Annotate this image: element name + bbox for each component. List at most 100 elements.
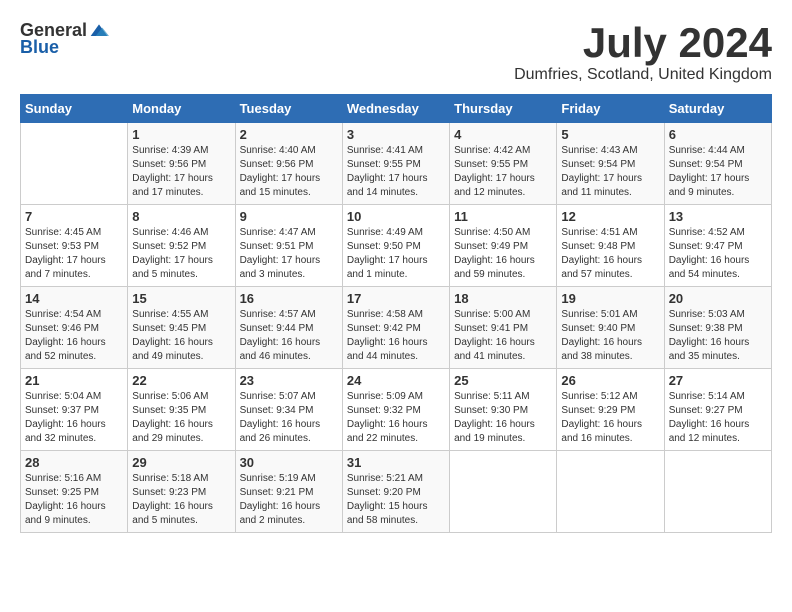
calendar-cell: 8Sunrise: 4:46 AMSunset: 9:52 PMDaylight… — [128, 205, 235, 287]
day-info: Sunrise: 4:47 AMSunset: 9:51 PMDaylight:… — [240, 226, 338, 282]
header-day-saturday: Saturday — [664, 95, 771, 123]
day-info: Sunrise: 5:06 AMSunset: 9:35 PMDaylight:… — [132, 390, 230, 446]
day-info: Sunrise: 5:18 AMSunset: 9:23 PMDaylight:… — [132, 472, 230, 528]
day-info: Sunrise: 5:01 AMSunset: 9:40 PMDaylight:… — [561, 308, 659, 364]
day-number: 14 — [25, 291, 123, 306]
calendar-cell — [557, 451, 664, 533]
day-number: 8 — [132, 209, 230, 224]
calendar-cell: 4 Sunrise: 4:42 AMSunset: 9:55 PMDaylight… — [450, 123, 557, 205]
day-info: Sunrise: 4:49 AMSunset: 9:50 PMDaylight:… — [347, 226, 445, 282]
calendar-table: SundayMondayTuesdayWednesdayThursdayFrid… — [20, 94, 772, 533]
calendar-cell: 16Sunrise: 4:57 AMSunset: 9:44 PMDayligh… — [235, 287, 342, 369]
calendar-cell: 28 Sunrise: 5:16 AMSunset: 9:25 PMDayligh… — [21, 451, 128, 533]
day-number: 28 — [25, 455, 123, 470]
day-number: 23 — [240, 373, 338, 388]
day-number: 18 — [454, 291, 552, 306]
day-number: 21 — [25, 373, 123, 388]
calendar-cell: 22 Sunrise: 5:06 AMSunset: 9:35 PMDayligh… — [128, 369, 235, 451]
day-number: 3 — [347, 127, 445, 142]
header: General Blue July 2024 Dumfries, Scotlan… — [20, 20, 772, 84]
day-number: 10 — [347, 209, 445, 224]
day-info: Sunrise: 5:09 AMSunset: 9:32 PMDaylight:… — [347, 390, 445, 446]
day-number: 9 — [240, 209, 338, 224]
calendar-cell: 9 Sunrise: 4:47 AMSunset: 9:51 PMDaylight… — [235, 205, 342, 287]
title-area: July 2024 Dumfries, Scotland, United Kin… — [514, 20, 772, 84]
day-info: Sunrise: 4:50 AMSunset: 9:49 PMDaylight:… — [454, 226, 552, 282]
calendar-cell — [664, 451, 771, 533]
calendar-cell: 18 Sunrise: 5:00 AMSunset: 9:41 PMDayligh… — [450, 287, 557, 369]
day-number: 13 — [669, 209, 767, 224]
day-number: 2 — [240, 127, 338, 142]
day-number: 24 — [347, 373, 445, 388]
day-number: 25 — [454, 373, 552, 388]
day-number: 11 — [454, 209, 552, 224]
day-info: Sunrise: 5:21 AMSunset: 9:20 PMDaylight:… — [347, 472, 445, 528]
day-info: Sunrise: 5:11 AMSunset: 9:30 PMDaylight:… — [454, 390, 552, 446]
day-number: 26 — [561, 373, 659, 388]
calendar-week-row: 1Sunrise: 4:39 AMSunset: 9:56 PMDaylight… — [21, 123, 772, 205]
calendar-cell: 11 Sunrise: 4:50 AMSunset: 9:49 PMDayligh… — [450, 205, 557, 287]
day-info: Sunrise: 5:00 AMSunset: 9:41 PMDaylight:… — [454, 308, 552, 364]
day-info: Sunrise: 4:44 AMSunset: 9:54 PMDaylight:… — [669, 144, 767, 200]
calendar-cell: 23 Sunrise: 5:07 AMSunset: 9:34 PMDayligh… — [235, 369, 342, 451]
calendar-week-row: 7Sunrise: 4:45 AMSunset: 9:53 PMDaylight… — [21, 205, 772, 287]
calendar-cell — [21, 123, 128, 205]
header-day-monday: Monday — [128, 95, 235, 123]
day-info: Sunrise: 5:12 AMSunset: 9:29 PMDaylight:… — [561, 390, 659, 446]
day-number: 6 — [669, 127, 767, 142]
day-info: Sunrise: 4:42 AMSunset: 9:55 PMDaylight:… — [454, 144, 552, 200]
calendar-header-row: SundayMondayTuesdayWednesdayThursdayFrid… — [21, 95, 772, 123]
header-day-thursday: Thursday — [450, 95, 557, 123]
day-info: Sunrise: 4:51 AMSunset: 9:48 PMDaylight:… — [561, 226, 659, 282]
logo: General Blue — [20, 20, 109, 58]
calendar-cell: 1Sunrise: 4:39 AMSunset: 9:56 PMDaylight… — [128, 123, 235, 205]
calendar-cell: 27Sunrise: 5:14 AMSunset: 9:27 PMDayligh… — [664, 369, 771, 451]
calendar-cell: 24 Sunrise: 5:09 AMSunset: 9:32 PMDayligh… — [342, 369, 449, 451]
day-number: 16 — [240, 291, 338, 306]
day-info: Sunrise: 4:43 AMSunset: 9:54 PMDaylight:… — [561, 144, 659, 200]
day-number: 29 — [132, 455, 230, 470]
calendar-cell: 10 Sunrise: 4:49 AMSunset: 9:50 PMDayligh… — [342, 205, 449, 287]
day-number: 17 — [347, 291, 445, 306]
calendar-cell — [450, 451, 557, 533]
page-title: July 2024 — [514, 20, 772, 66]
header-day-sunday: Sunday — [21, 95, 128, 123]
header-day-wednesday: Wednesday — [342, 95, 449, 123]
day-info: Sunrise: 5:07 AMSunset: 9:34 PMDaylight:… — [240, 390, 338, 446]
calendar-cell: 17 Sunrise: 4:58 AMSunset: 9:42 PMDayligh… — [342, 287, 449, 369]
logo-icon — [89, 21, 109, 41]
calendar-cell: 12 Sunrise: 4:51 AMSunset: 9:48 PMDayligh… — [557, 205, 664, 287]
calendar-week-row: 21 Sunrise: 5:04 AMSunset: 9:37 PMDayligh… — [21, 369, 772, 451]
day-info: Sunrise: 5:03 AMSunset: 9:38 PMDaylight:… — [669, 308, 767, 364]
day-info: Sunrise: 4:55 AMSunset: 9:45 PMDaylight:… — [132, 308, 230, 364]
calendar-cell: 19 Sunrise: 5:01 AMSunset: 9:40 PMDayligh… — [557, 287, 664, 369]
day-info: Sunrise: 4:54 AMSunset: 9:46 PMDaylight:… — [25, 308, 123, 364]
day-number: 12 — [561, 209, 659, 224]
day-number: 5 — [561, 127, 659, 142]
day-number: 27 — [669, 373, 767, 388]
day-info: Sunrise: 4:40 AMSunset: 9:56 PMDaylight:… — [240, 144, 338, 200]
day-number: 1 — [132, 127, 230, 142]
day-info: Sunrise: 4:58 AMSunset: 9:42 PMDaylight:… — [347, 308, 445, 364]
calendar-cell: 6 Sunrise: 4:44 AMSunset: 9:54 PMDaylight… — [664, 123, 771, 205]
day-number: 15 — [132, 291, 230, 306]
day-info: Sunrise: 4:41 AMSunset: 9:55 PMDaylight:… — [347, 144, 445, 200]
day-number: 22 — [132, 373, 230, 388]
day-number: 4 — [454, 127, 552, 142]
day-number: 31 — [347, 455, 445, 470]
calendar-week-row: 14 Sunrise: 4:54 AMSunset: 9:46 PMDayligh… — [21, 287, 772, 369]
calendar-cell: 14 Sunrise: 4:54 AMSunset: 9:46 PMDayligh… — [21, 287, 128, 369]
header-day-friday: Friday — [557, 95, 664, 123]
calendar-cell: 25 Sunrise: 5:11 AMSunset: 9:30 PMDayligh… — [450, 369, 557, 451]
day-info: Sunrise: 5:04 AMSunset: 9:37 PMDaylight:… — [25, 390, 123, 446]
day-info: Sunrise: 5:16 AMSunset: 9:25 PMDaylight:… — [25, 472, 123, 528]
day-number: 20 — [669, 291, 767, 306]
logo-blue-text: Blue — [20, 37, 59, 58]
day-number: 7 — [25, 209, 123, 224]
day-number: 19 — [561, 291, 659, 306]
day-info: Sunrise: 4:52 AMSunset: 9:47 PMDaylight:… — [669, 226, 767, 282]
calendar-week-row: 28 Sunrise: 5:16 AMSunset: 9:25 PMDayligh… — [21, 451, 772, 533]
calendar-cell: 15 Sunrise: 4:55 AMSunset: 9:45 PMDayligh… — [128, 287, 235, 369]
calendar-cell: 20 Sunrise: 5:03 AMSunset: 9:38 PMDayligh… — [664, 287, 771, 369]
calendar-cell: 31 Sunrise: 5:21 AMSunset: 9:20 PMDayligh… — [342, 451, 449, 533]
